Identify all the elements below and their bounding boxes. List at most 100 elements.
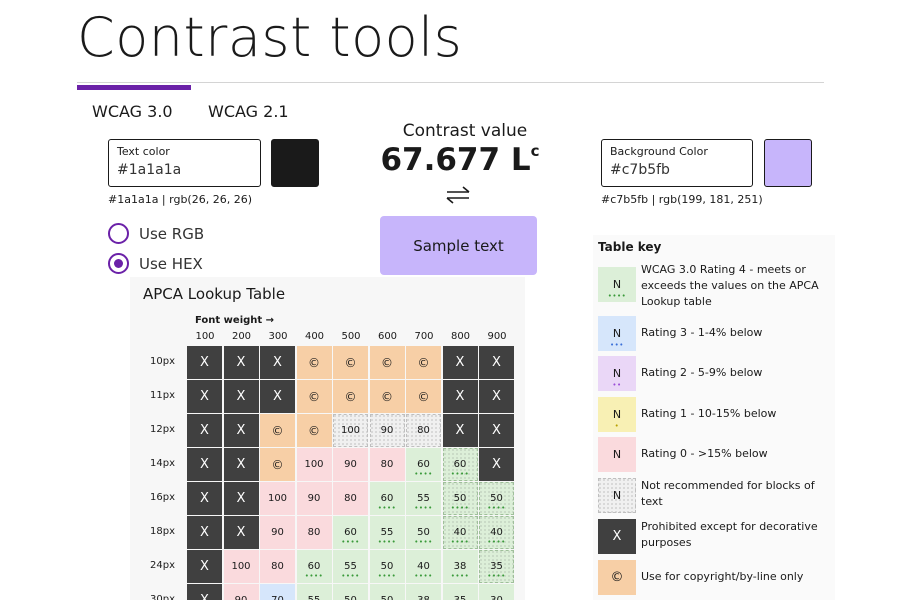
key-description: Prohibited except for decorative purpose… — [641, 520, 818, 549]
key-description: Use for copyright/by-line only — [641, 570, 804, 583]
lookup-cell: 80 — [406, 414, 441, 447]
key-description: Not recommended for blocks of text — [641, 479, 815, 508]
lookup-cell: 90 — [369, 414, 405, 447]
text-color-info: #1a1a1a | rgb(26, 26, 26) — [108, 193, 252, 206]
contrast-value-label: Contrast value — [402, 121, 528, 141]
radio-use-rgb[interactable]: Use RGB — [108, 223, 204, 244]
size-header: 18px — [150, 526, 175, 537]
lookup-cell: 40 •••• — [406, 550, 441, 583]
contrast-number: 67.677 — [380, 142, 501, 178]
lookup-cell: X — [442, 346, 478, 379]
lookup-cell: X — [479, 380, 514, 413]
lookup-cell: 60 •••• — [406, 448, 441, 481]
lookup-cell: 80 — [333, 482, 368, 515]
lookup-cell: © — [333, 380, 368, 413]
lookup-cell: X — [223, 414, 259, 447]
lookup-cell: 90 — [296, 482, 332, 515]
lookup-cell: X — [187, 584, 222, 600]
page-title: Contrast tools — [77, 6, 463, 69]
lookup-cell: 50•••• — [369, 550, 405, 583]
lookup-cell: 60 •••• — [369, 482, 405, 515]
weight-header: 700 — [414, 331, 434, 342]
background-color-label: Background Color — [610, 145, 708, 158]
lookup-cell: 35•••• — [479, 550, 514, 583]
lookup-cell: 55•••• — [296, 584, 332, 600]
lookup-cell: X — [223, 482, 259, 515]
background-color-field[interactable]: Background Color — [601, 139, 753, 187]
table-key-title: Table key — [598, 240, 662, 254]
key-description: Rating 2 - 5-9% below — [641, 366, 763, 379]
lookup-cell: © — [296, 346, 332, 379]
contrast-value: 67.677 Lc — [380, 142, 540, 178]
lookup-cell: X — [187, 448, 222, 481]
lookup-cell: X — [479, 448, 514, 481]
lookup-cell: X — [187, 516, 222, 549]
lookup-cell: 60 •••• — [296, 550, 332, 583]
size-header: 12px — [150, 424, 175, 435]
lookup-table-title: APCA Lookup Table — [143, 285, 286, 303]
lookup-cell: 60 •••• — [442, 448, 478, 481]
key-swatch: N •• — [598, 356, 636, 391]
size-header: 11px — [150, 390, 175, 401]
key-swatch: N •••• — [598, 267, 636, 302]
weight-header: 800 — [450, 331, 471, 342]
key-swatch: N — [598, 437, 636, 472]
key-swatch: X — [598, 519, 636, 554]
lookup-cell: X — [187, 346, 222, 379]
lookup-cell: 35•••• — [442, 584, 478, 600]
title-accent-bar — [77, 85, 191, 90]
lookup-cell: © — [260, 414, 295, 447]
lookup-cell: © — [369, 346, 405, 379]
size-header: 14px — [150, 458, 175, 469]
lookup-cell: 55•••• — [369, 516, 405, 549]
lookup-cell: 80 — [296, 516, 332, 549]
key-swatch: N • — [598, 397, 636, 432]
weight-header: 300 — [268, 331, 288, 342]
key-swatch: N ••• — [598, 316, 636, 351]
background-color-info: #c7b5fb | rgb(199, 181, 251) — [601, 193, 763, 206]
key-description: WCAG 3.0 Rating 4 - meets or exceeds the… — [641, 263, 819, 308]
lookup-cell: 38•••• — [442, 550, 478, 583]
text-color-input[interactable] — [117, 159, 252, 181]
lookup-cell: 80 — [260, 550, 295, 583]
key-description: Rating 3 - 1-4% below — [641, 326, 763, 339]
radio-label: Use HEX — [139, 254, 203, 273]
lookup-cell: 60 •••• — [333, 516, 368, 549]
text-color-label: Text color — [117, 145, 170, 158]
tab-wcag-2-1[interactable]: WCAG 2.1 — [208, 102, 289, 121]
radio-button-icon[interactable] — [108, 253, 129, 274]
text-color-swatch[interactable] — [271, 139, 319, 187]
lookup-cell: X — [187, 414, 222, 447]
weight-header: 600 — [377, 331, 398, 342]
text-color-field[interactable]: Text color — [108, 139, 261, 187]
lookup-cell: X — [479, 346, 514, 379]
background-color-input[interactable] — [610, 159, 744, 181]
size-header: 16px — [150, 492, 175, 503]
lookup-cell: 100 — [260, 482, 295, 515]
background-color-swatch[interactable] — [764, 139, 812, 187]
title-divider — [77, 82, 824, 83]
lookup-cell: © — [406, 346, 441, 379]
radio-button-icon[interactable] — [108, 223, 129, 244]
key-swatch: © — [598, 560, 636, 595]
lookup-cell: © — [296, 380, 332, 413]
radio-label: Use RGB — [139, 224, 205, 243]
lookup-cell: 90 — [260, 516, 295, 549]
lookup-cell: © — [333, 346, 368, 379]
lookup-cell: X — [442, 380, 478, 413]
lookup-cell: © — [296, 414, 332, 447]
weight-header: 500 — [341, 331, 361, 342]
lookup-cell: 50•••• — [369, 584, 405, 600]
lookup-cell: 90 — [223, 584, 259, 600]
lookup-cell: X — [223, 380, 259, 413]
contrast-unit: L — [510, 142, 531, 178]
lookup-cell: X — [223, 346, 259, 379]
radio-use-hex[interactable]: Use HEX — [108, 253, 203, 274]
lookup-cell: 90 — [333, 448, 368, 481]
lookup-cell: 40 •••• — [479, 516, 514, 549]
lookup-cell: 38•••• — [406, 584, 441, 600]
key-description: Rating 1 - 10-15% below — [641, 407, 777, 420]
tab-wcag-3[interactable]: WCAG 3.0 — [92, 102, 173, 121]
lookup-cell: © — [406, 380, 441, 413]
swap-arrows-icon[interactable] — [444, 185, 472, 205]
